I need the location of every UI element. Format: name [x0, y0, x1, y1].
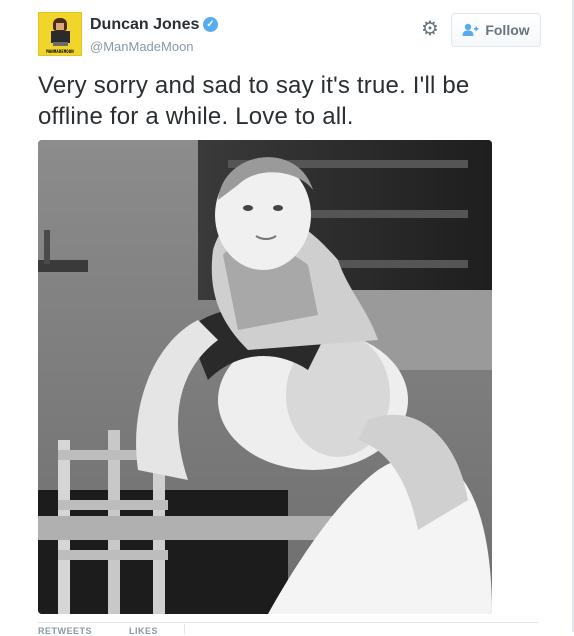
stats-divider: [38, 622, 538, 623]
follow-label: Follow: [485, 22, 530, 38]
likes-label[interactable]: LIKES: [129, 626, 158, 636]
verified-badge-icon: ✓: [203, 17, 218, 32]
avatar-caption: MANMADEMOON: [46, 49, 74, 54]
add-user-icon: [462, 23, 479, 36]
follow-button[interactable]: Follow: [451, 13, 541, 47]
tweet-text: Very sorry and sad to say it's true. I'l…: [38, 72, 470, 130]
gear-icon[interactable]: ⚙: [419, 18, 441, 40]
retweets-label[interactable]: RETWEETS: [38, 626, 92, 636]
avatar[interactable]: MANMADEMOON: [38, 12, 82, 56]
stats-separator: [184, 624, 185, 634]
user-name[interactable]: Duncan Jones: [90, 16, 199, 34]
avatar-figure-legs: [53, 42, 68, 46]
tweet-stats: RETWEETS LIKES: [38, 626, 192, 636]
user-handle[interactable]: @ManMadeMoon: [90, 39, 194, 54]
avatar-figure-face: [56, 23, 64, 30]
tweet-photo[interactable]: [38, 140, 492, 614]
tweet-photo-image: [38, 140, 492, 614]
